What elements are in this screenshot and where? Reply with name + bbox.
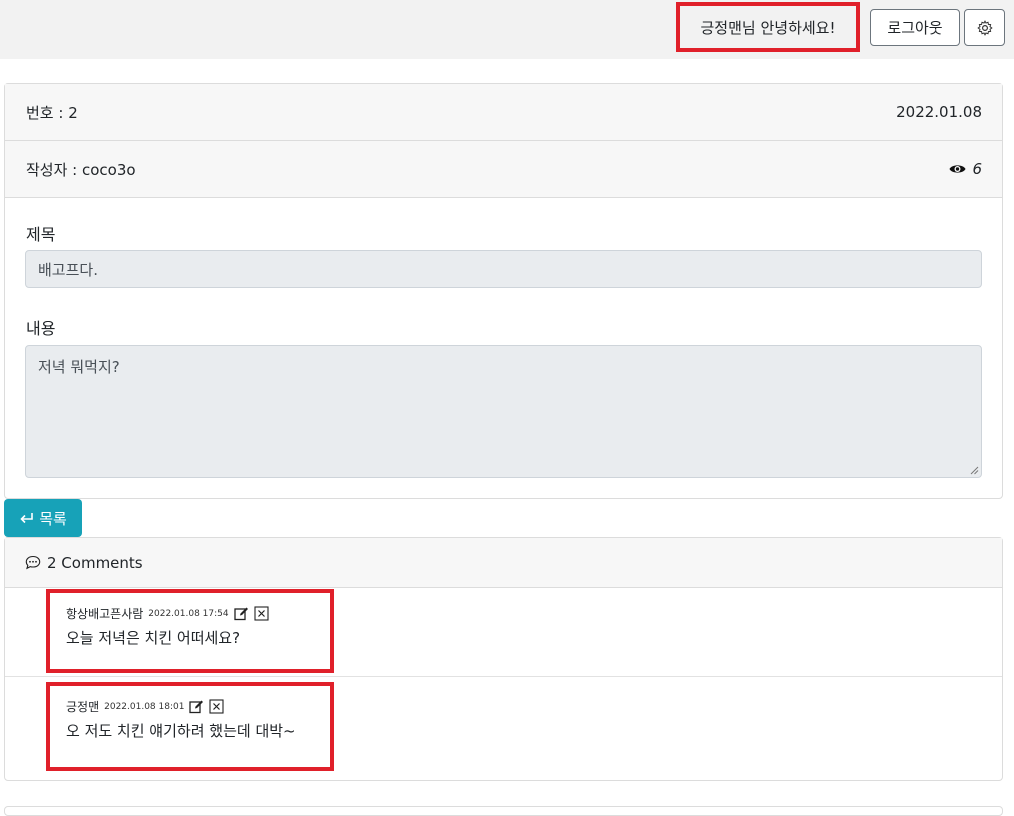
comment-meta: 항상배고픈사람 2022.01.08 17:54 xyxy=(66,605,269,622)
comment-item: 긍정맨 2022.01.08 18:01 오 저도 치킨 얘기하려 했는데 대박… xyxy=(46,682,334,771)
logout-button[interactable]: 로그아웃 xyxy=(870,9,960,46)
settings-button[interactable] xyxy=(964,9,1005,46)
delete-icon[interactable] xyxy=(254,606,269,621)
comment-date: 2022.01.08 18:01 xyxy=(104,701,185,712)
content-text: 저녁 뭐먹지? xyxy=(38,358,120,376)
return-arrow-icon xyxy=(20,513,33,524)
comment-text: 오늘 저녁은 치킨 어떠세요? xyxy=(66,629,241,647)
post-card: 번호 : 2 2022.01.08 작성자 : coco3o 6 제목 배고프다… xyxy=(4,83,1003,499)
comment-item: 항상배고픈사람 2022.01.08 17:54 오늘 저녁은 치킨 어떠세요? xyxy=(46,589,334,673)
comment-divider xyxy=(5,676,1002,677)
content-field: 저녁 뭐먹지? xyxy=(25,345,982,478)
post-date: 2022.01.08 xyxy=(896,103,982,121)
view-count-value: 6 xyxy=(972,160,982,178)
post-meta-row: 번호 : 2 2022.01.08 xyxy=(5,84,1002,141)
view-count: 6 xyxy=(949,160,982,178)
comment-author: 항상배고픈사람 xyxy=(66,607,144,621)
title-label: 제목 xyxy=(26,225,56,244)
comment-date: 2022.01.08 17:54 xyxy=(148,608,229,619)
comment-form-card xyxy=(4,806,1003,816)
greeting-text: 긍정맨님 안녕하세요! xyxy=(676,2,860,52)
chat-bubble-icon xyxy=(25,555,41,570)
comments-count: 2 Comments xyxy=(47,553,143,572)
list-button-label: 목록 xyxy=(39,509,67,528)
title-field: 배고프다. xyxy=(25,250,982,288)
top-navbar: 긍정맨님 안녕하세요! 로그아웃 xyxy=(0,0,1014,59)
gear-icon xyxy=(976,19,993,36)
edit-icon[interactable] xyxy=(233,606,249,621)
post-number: 번호 : 2 xyxy=(26,103,78,122)
comment-text: 오 저도 치킨 얘기하려 했는데 대박~ xyxy=(66,722,296,740)
resize-handle-icon[interactable] xyxy=(969,465,979,475)
comment-author: 긍정맨 xyxy=(66,700,100,714)
post-author: 작성자 : coco3o xyxy=(26,160,136,179)
delete-icon[interactable] xyxy=(209,699,225,714)
comment-meta: 긍정맨 2022.01.08 18:01 xyxy=(66,698,225,715)
eye-icon xyxy=(949,165,966,173)
content-label: 내용 xyxy=(26,319,56,338)
post-author-row: 작성자 : coco3o 6 xyxy=(5,141,1002,198)
edit-icon[interactable] xyxy=(189,699,204,714)
back-to-list-button[interactable]: 목록 xyxy=(4,499,82,537)
comments-card: 2 Comments 항상배고픈사람 2022.01.08 17:54 오늘 저… xyxy=(4,537,1003,781)
comments-header: 2 Comments xyxy=(5,538,1002,588)
